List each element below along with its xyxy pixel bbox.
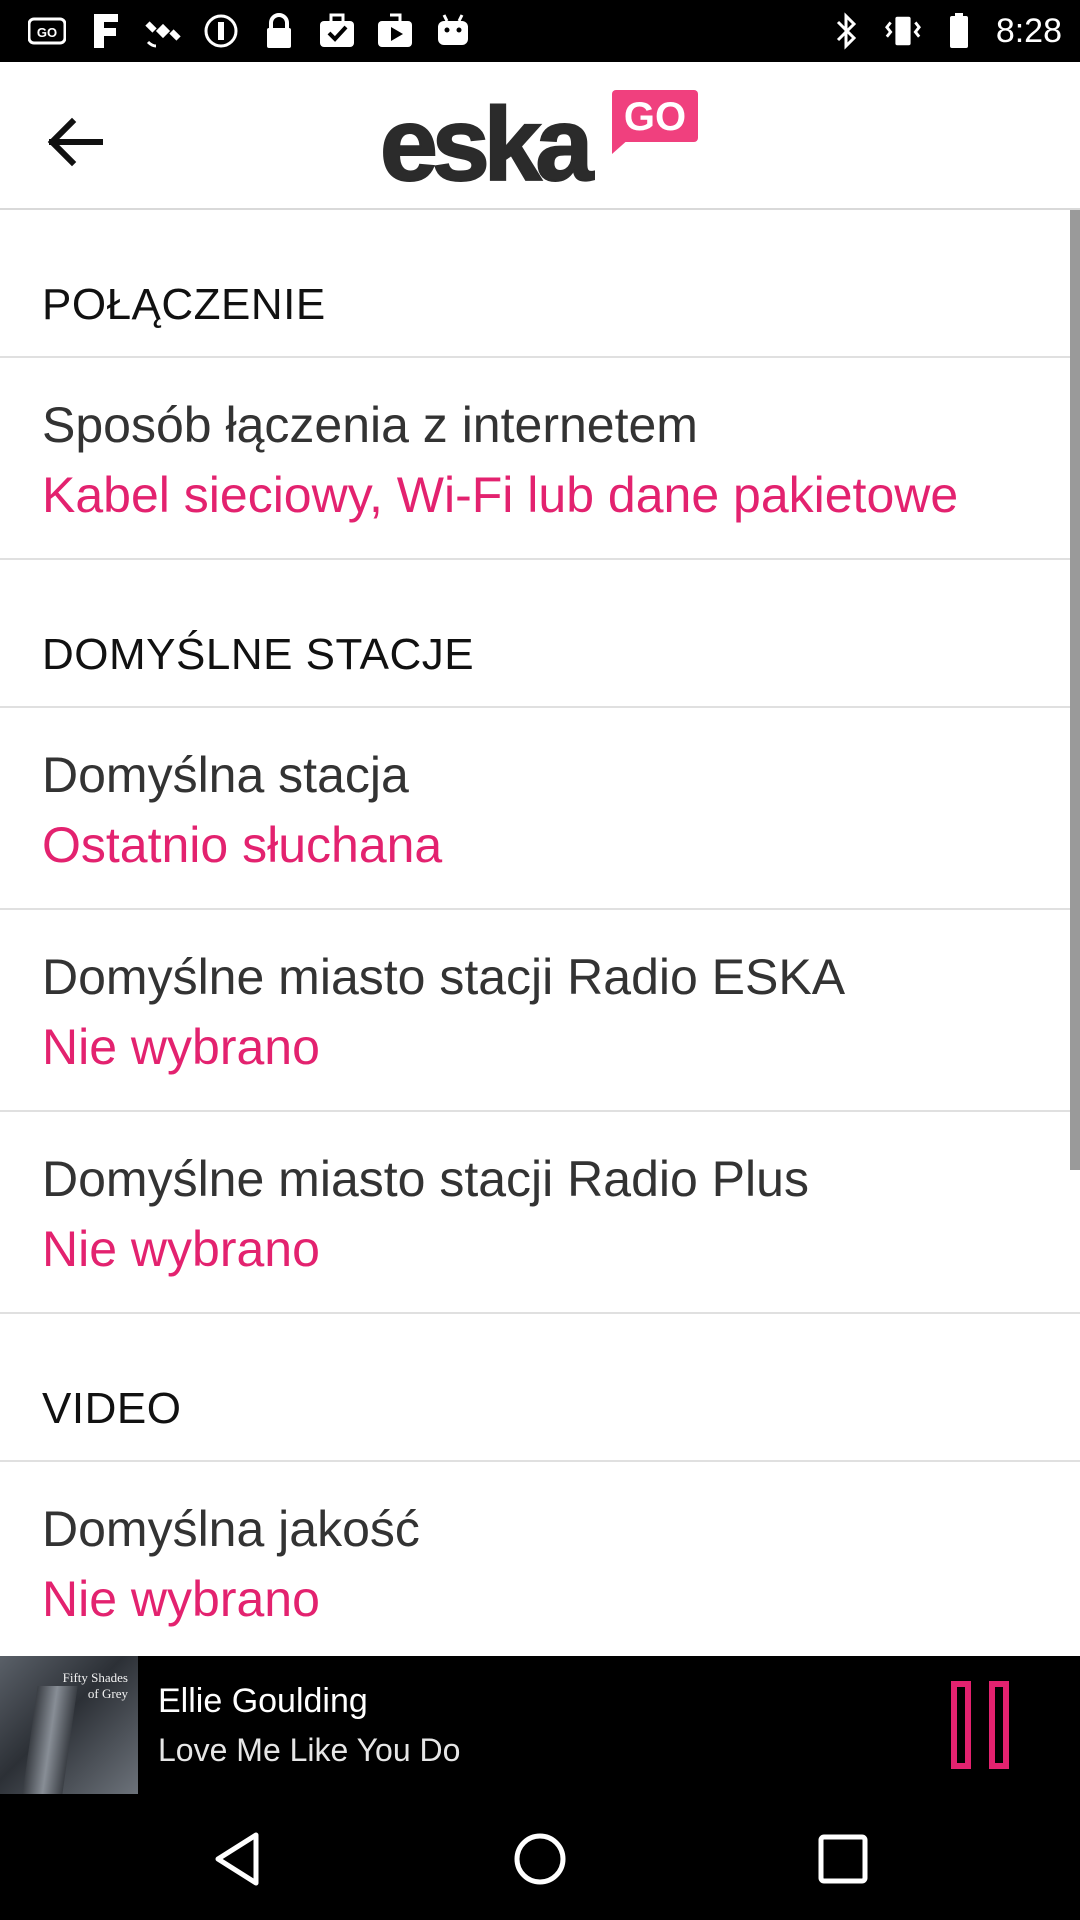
- svg-text:GO: GO: [624, 95, 686, 139]
- nav-recents-button[interactable]: [808, 1824, 878, 1894]
- briefcase-check-icon: [318, 12, 356, 50]
- track-title: Love Me Like You Do: [158, 1732, 461, 1768]
- fake-gps-icon: [86, 12, 124, 50]
- pref-summary: Nie wybrano: [42, 1221, 320, 1277]
- back-button[interactable]: [30, 98, 118, 186]
- pause-icon: [951, 1681, 1009, 1769]
- status-bar: GO 8:28: [0, 0, 1080, 62]
- pref-title: Domyślna stacja: [42, 747, 409, 803]
- clock: 8:28: [995, 11, 1062, 50]
- play-store-icon: [376, 12, 414, 50]
- sync-icon: [202, 12, 240, 50]
- recents-square-icon: [818, 1834, 868, 1884]
- mini-player[interactable]: Fifty Shades of Grey Ellie Goulding Love…: [0, 1656, 1080, 1794]
- pref-plus-city[interactable]: Domyślne miasto stacji Radio Plus Nie wy…: [0, 1112, 1080, 1314]
- pref-title: Domyślne miasto stacji Radio ESKA: [42, 949, 846, 1005]
- home-circle-icon: [514, 1833, 566, 1885]
- svg-text:GO: GO: [37, 25, 57, 40]
- pref-summary: Nie wybrano: [42, 1571, 320, 1627]
- pref-title: Domyślne miasto stacji Radio Plus: [42, 1151, 809, 1207]
- svg-text:eska: eska: [380, 87, 595, 196]
- album-art[interactable]: Fifty Shades of Grey: [0, 1656, 138, 1794]
- notification-icons: GO: [28, 10, 472, 52]
- pref-title: Sposób łączenia z internetem: [42, 397, 698, 453]
- pref-summary: Kabel sieciowy, Wi-Fi lub dane pakietowe: [42, 467, 959, 523]
- pref-summary: Nie wybrano: [42, 1019, 320, 1075]
- vibrate-icon: [884, 12, 922, 50]
- pref-title: Domyślna jakość: [42, 1501, 420, 1557]
- arrow-left-icon: [47, 117, 103, 167]
- nav-home-button[interactable]: [505, 1824, 575, 1894]
- satellite-icon: [144, 12, 182, 50]
- system-icons: 8:28: [828, 10, 1062, 52]
- pref-default-quality[interactable]: Domyślna jakość Nie wybrano: [0, 1462, 1080, 1656]
- pref-eska-city[interactable]: Domyślne miasto stacji Radio ESKA Nie wy…: [0, 910, 1080, 1112]
- section-header-video: VIDEO: [0, 1314, 1080, 1462]
- pref-summary: Ostatnio słuchana: [42, 817, 443, 873]
- android-icon: [434, 12, 472, 50]
- nav-back-button[interactable]: [202, 1824, 272, 1894]
- navigation-bar: [0, 1794, 1080, 1920]
- scrollbar[interactable]: [1070, 210, 1080, 1170]
- pause-button[interactable]: [946, 1680, 1020, 1770]
- eska-go-logo: eska GO: [379, 86, 700, 204]
- section-header-connection: POŁĄCZENIE: [0, 210, 1080, 358]
- album-art-text: Fifty Shades of Grey: [62, 1670, 128, 1701]
- go-icon: GO: [28, 12, 66, 50]
- bluetooth-icon: [828, 12, 866, 50]
- battery-icon: [940, 12, 978, 50]
- track-artist: Ellie Goulding: [158, 1682, 368, 1720]
- pref-default-station[interactable]: Domyślna stacja Ostatnio słuchana: [0, 708, 1080, 910]
- app-bar: eska GO: [0, 62, 1080, 210]
- back-triangle-icon: [215, 1832, 259, 1886]
- lock-icon: [260, 12, 298, 50]
- section-header-default-stations: DOMYŚLNE STACJE: [0, 560, 1080, 708]
- settings-list[interactable]: POŁĄCZENIE Sposób łączenia z internetem …: [0, 210, 1080, 1656]
- pref-connection-method[interactable]: Sposób łączenia z internetem Kabel sieci…: [0, 358, 1080, 560]
